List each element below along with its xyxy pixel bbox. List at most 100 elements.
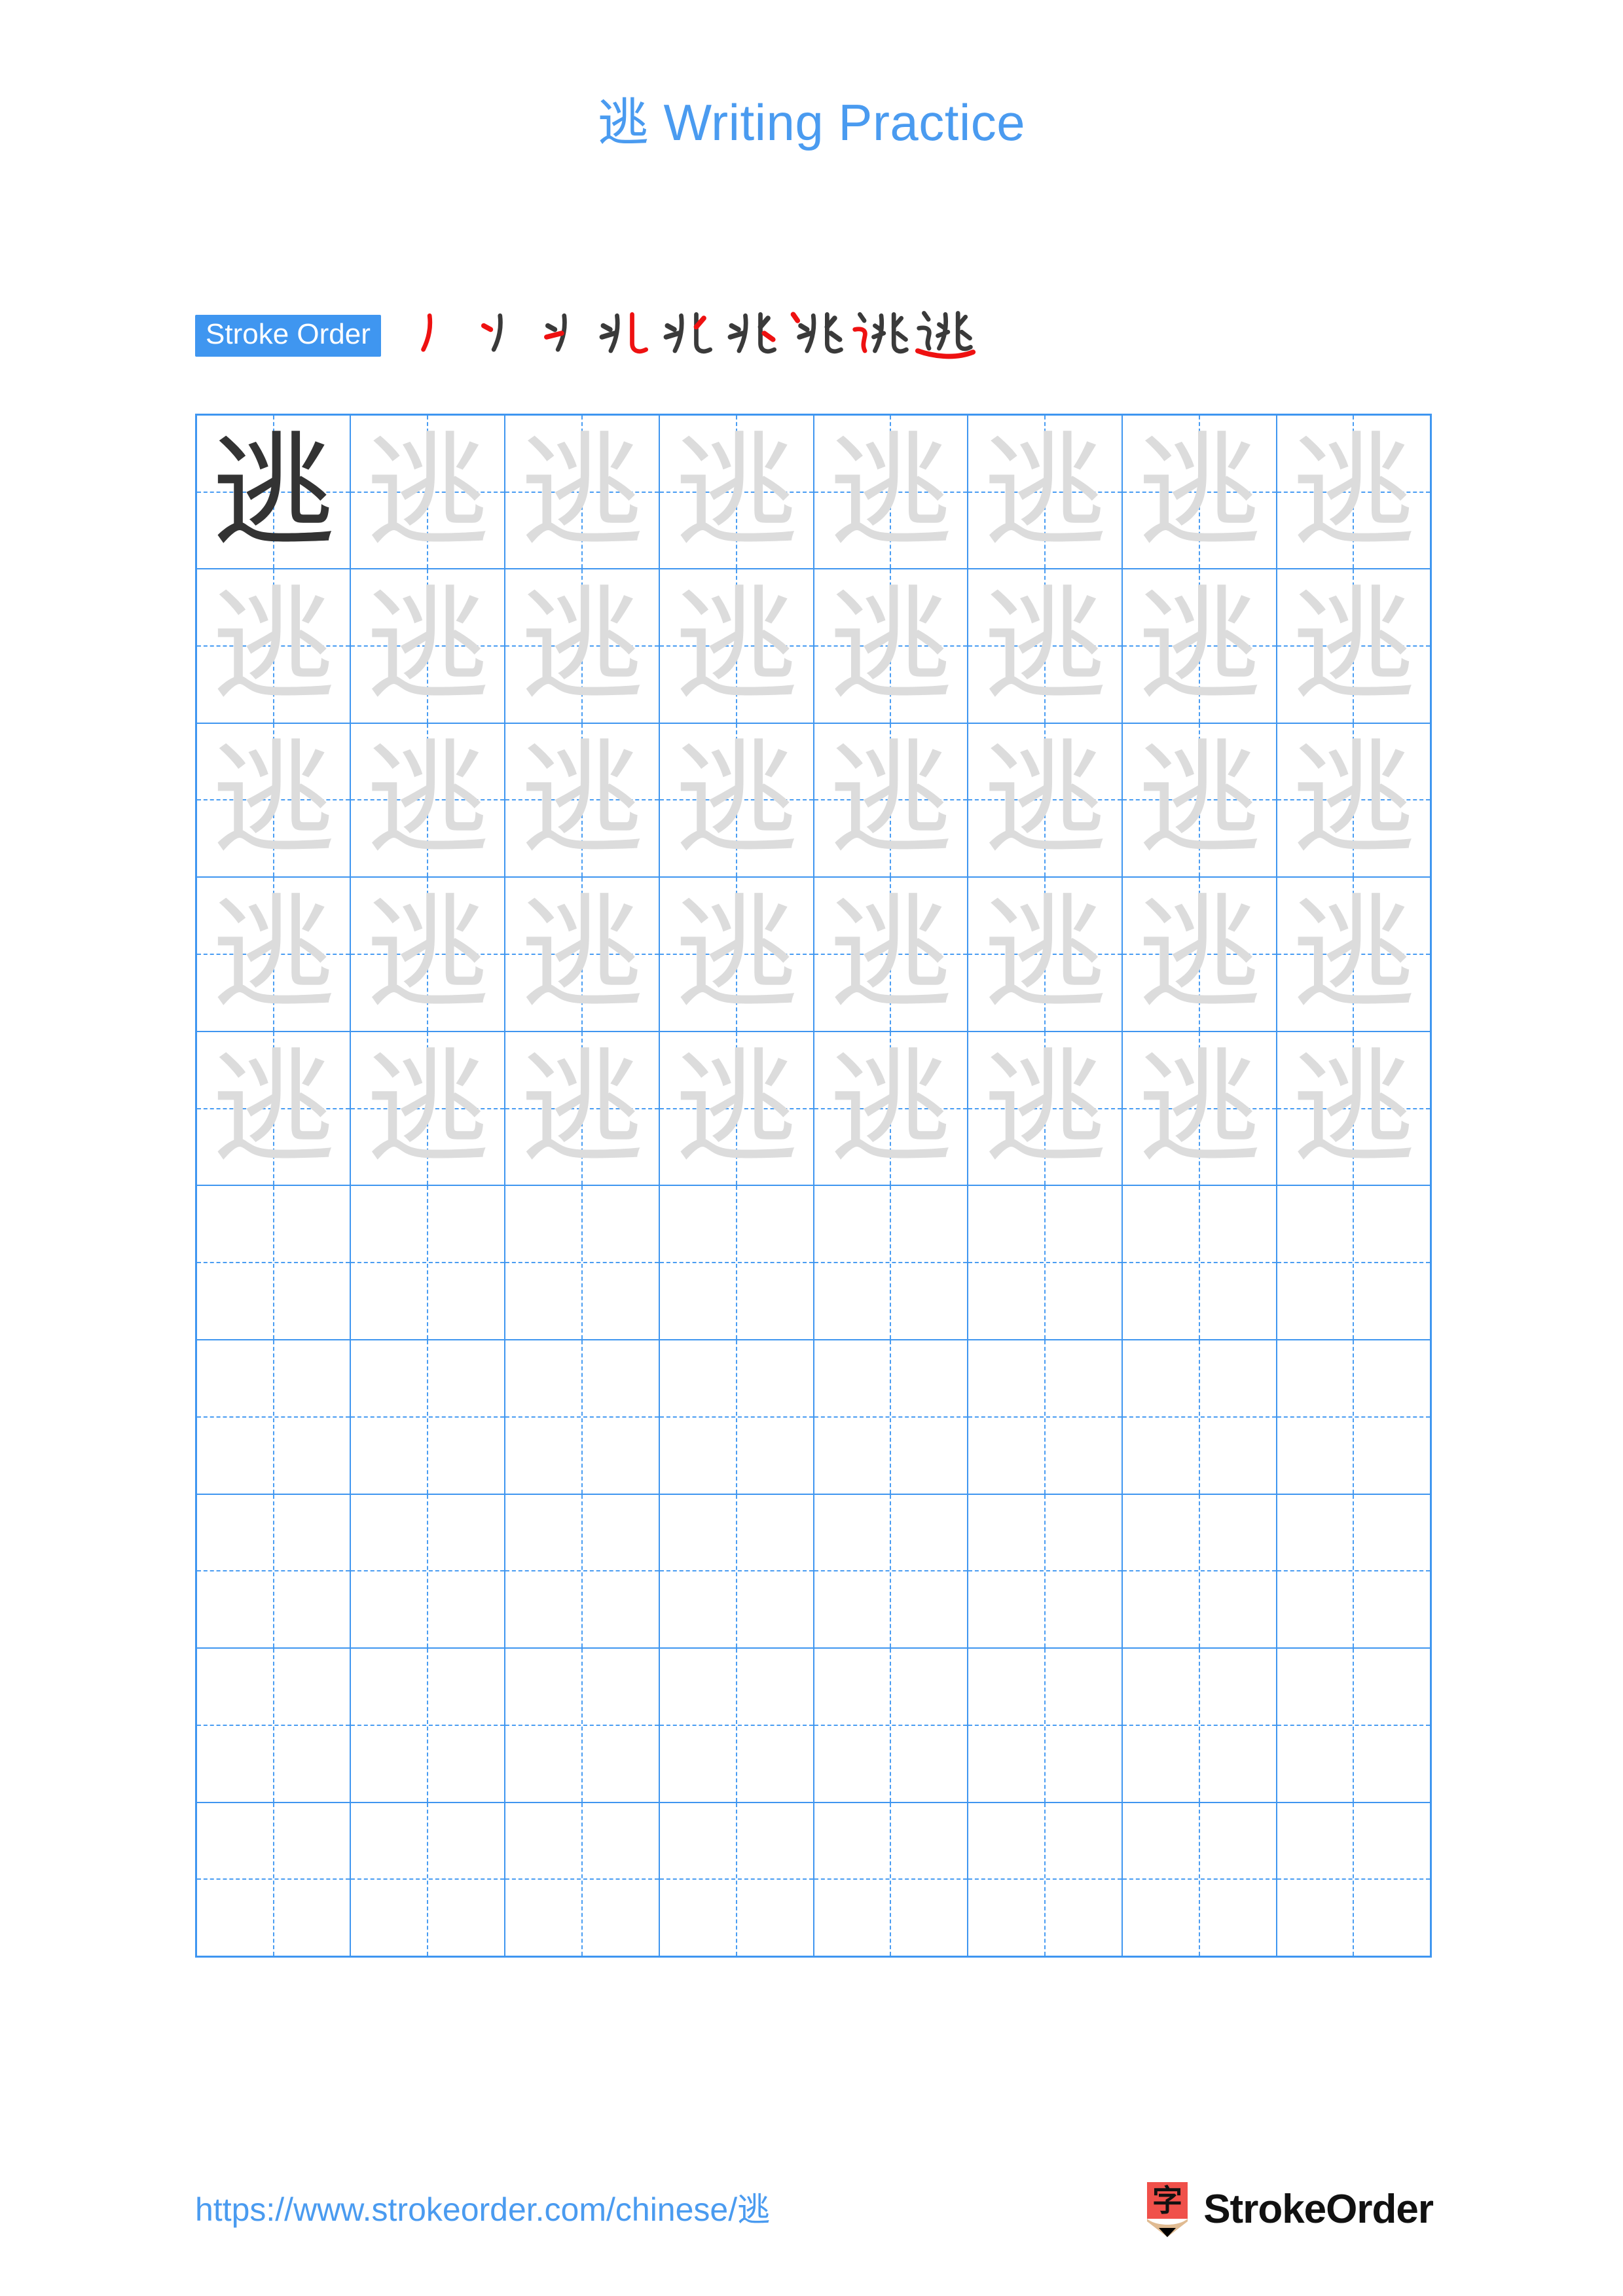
- tracing-character: 逃: [366, 420, 490, 564]
- practice-cell[interactable]: 逃: [1275, 414, 1432, 570]
- practice-cell[interactable]: 逃: [195, 876, 352, 1032]
- practice-cell[interactable]: 逃: [1275, 568, 1432, 724]
- practice-cell[interactable]: 逃: [1122, 1030, 1277, 1187]
- practice-cell[interactable]: [350, 1647, 505, 1803]
- practice-cell[interactable]: [658, 1493, 814, 1649]
- practice-cell[interactable]: [350, 1339, 505, 1495]
- practice-cell[interactable]: 逃: [350, 568, 505, 724]
- practice-cell-inner: [505, 1803, 658, 1956]
- practice-cell[interactable]: 逃: [967, 414, 1123, 570]
- practice-cell[interactable]: [812, 1801, 969, 1958]
- practice-cell[interactable]: 逃: [504, 414, 660, 570]
- practice-cell[interactable]: 逃: [967, 568, 1123, 724]
- practice-cell[interactable]: [967, 1339, 1123, 1495]
- practice-cell[interactable]: 逃: [195, 568, 352, 724]
- practice-cell[interactable]: 逃: [812, 568, 969, 724]
- practice-cell[interactable]: [504, 1185, 660, 1341]
- practice-cell[interactable]: [658, 1339, 814, 1495]
- practice-cell-inner: 逃: [352, 724, 504, 876]
- practice-cell[interactable]: [504, 1647, 660, 1803]
- practice-cell[interactable]: [1275, 1185, 1432, 1341]
- practice-cell[interactable]: [350, 1493, 505, 1649]
- practice-cell[interactable]: 逃: [658, 414, 814, 570]
- practice-cell[interactable]: [1122, 1185, 1277, 1341]
- practice-cell[interactable]: 逃: [967, 1030, 1123, 1187]
- practice-cell[interactable]: 逃: [195, 722, 352, 878]
- practice-cell[interactable]: 逃: [195, 1030, 352, 1187]
- practice-cell[interactable]: [195, 1339, 352, 1495]
- practice-cell[interactable]: 逃: [504, 1030, 660, 1187]
- practice-cell[interactable]: 逃: [504, 876, 660, 1032]
- practice-cell[interactable]: [967, 1185, 1123, 1341]
- practice-cell[interactable]: 逃: [1122, 414, 1277, 570]
- practice-grid-row: [195, 1339, 1432, 1495]
- practice-cell[interactable]: 逃: [350, 722, 505, 878]
- practice-cell[interactable]: 逃: [350, 414, 505, 570]
- practice-cell[interactable]: [812, 1493, 969, 1649]
- practice-cell[interactable]: 逃: [1275, 876, 1432, 1032]
- practice-cell[interactable]: 逃: [658, 722, 814, 878]
- practice-cell[interactable]: [658, 1185, 814, 1341]
- practice-cell[interactable]: [812, 1647, 969, 1803]
- practice-cell[interactable]: [1275, 1493, 1432, 1649]
- practice-cell[interactable]: [812, 1185, 969, 1341]
- tracing-character: 逃: [674, 728, 798, 872]
- practice-cell[interactable]: [1275, 1339, 1432, 1495]
- practice-cell[interactable]: [504, 1801, 660, 1958]
- guide-line-horizontal: [1123, 1878, 1275, 1880]
- practice-cell[interactable]: [504, 1339, 660, 1495]
- guide-line-horizontal: [505, 1262, 658, 1264]
- practice-cell[interactable]: 逃: [1122, 568, 1277, 724]
- practice-cell[interactable]: [1122, 1493, 1277, 1649]
- practice-cell[interactable]: 逃: [812, 876, 969, 1032]
- practice-cell[interactable]: [658, 1647, 814, 1803]
- practice-cell[interactable]: [1275, 1647, 1432, 1803]
- practice-cell[interactable]: 逃: [812, 722, 969, 878]
- practice-cell[interactable]: [350, 1185, 505, 1341]
- practice-cell[interactable]: 逃: [504, 568, 660, 724]
- practice-cell-inner: [1123, 1187, 1275, 1339]
- practice-grid-row: [195, 1185, 1432, 1341]
- practice-cell[interactable]: [1122, 1801, 1277, 1958]
- practice-cell[interactable]: [812, 1339, 969, 1495]
- practice-cell[interactable]: [195, 1801, 352, 1958]
- practice-cell[interactable]: [504, 1493, 660, 1649]
- practice-cell-inner: 逃: [814, 570, 967, 722]
- practice-cell[interactable]: [195, 1647, 352, 1803]
- practice-cell[interactable]: [350, 1801, 505, 1958]
- practice-cell[interactable]: 逃: [658, 568, 814, 724]
- stroke-order-badge: Stroke Order: [195, 315, 381, 357]
- practice-cell[interactable]: [1122, 1339, 1277, 1495]
- practice-cell[interactable]: 逃: [658, 876, 814, 1032]
- guide-line-horizontal: [1277, 1570, 1430, 1572]
- practice-cell[interactable]: 逃: [1122, 876, 1277, 1032]
- practice-cell[interactable]: 逃: [812, 1030, 969, 1187]
- practice-cell-inner: 逃: [660, 878, 812, 1030]
- practice-cell[interactable]: 逃: [1275, 1030, 1432, 1187]
- practice-cell[interactable]: [967, 1493, 1123, 1649]
- practice-cell[interactable]: 逃: [350, 1030, 505, 1187]
- practice-cell[interactable]: 逃: [812, 414, 969, 570]
- source-url-link[interactable]: https://www.strokeorder.com/chinese/逃: [195, 2183, 770, 2231]
- practice-cell[interactable]: 逃: [967, 722, 1123, 878]
- practice-cell[interactable]: [1122, 1647, 1277, 1803]
- practice-cell[interactable]: [658, 1801, 814, 1958]
- practice-cell[interactable]: 逃: [658, 1030, 814, 1187]
- guide-line-horizontal: [814, 1725, 967, 1727]
- practice-cell[interactable]: [1275, 1801, 1432, 1958]
- practice-cell-inner: [969, 1649, 1122, 1801]
- guide-line-horizontal: [969, 1570, 1122, 1572]
- stroke-order-section: Stroke Order: [195, 306, 978, 365]
- practice-cell[interactable]: 逃: [1275, 722, 1432, 878]
- practice-cell[interactable]: 逃: [504, 722, 660, 878]
- practice-cell[interactable]: [967, 1647, 1123, 1803]
- practice-cell[interactable]: [195, 1493, 352, 1649]
- practice-cell[interactable]: [195, 1185, 352, 1341]
- tracing-character: 逃: [983, 1036, 1107, 1180]
- practice-cell[interactable]: 逃: [195, 414, 352, 570]
- practice-grid-row: [195, 1647, 1432, 1803]
- practice-cell[interactable]: 逃: [967, 876, 1123, 1032]
- practice-cell[interactable]: [967, 1801, 1123, 1958]
- practice-cell[interactable]: 逃: [1122, 722, 1277, 878]
- practice-cell[interactable]: 逃: [350, 876, 505, 1032]
